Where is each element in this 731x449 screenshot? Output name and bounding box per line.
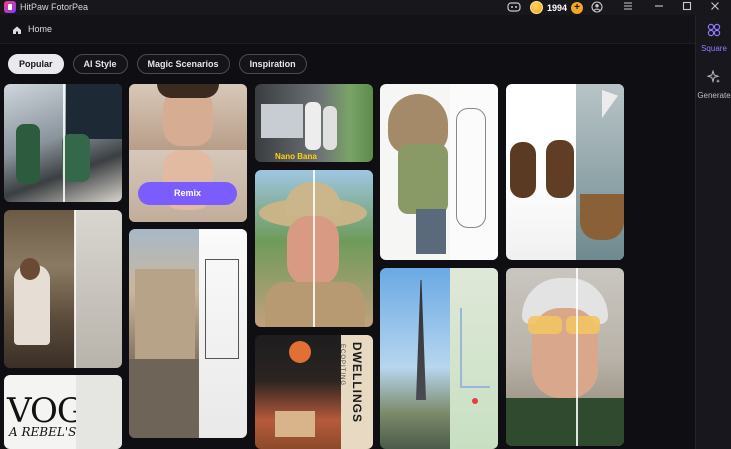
tab-popular[interactable]: Popular <box>8 54 64 74</box>
sparkle-icon <box>706 69 720 84</box>
home-link[interactable]: Home <box>28 24 52 34</box>
close-icon[interactable] <box>708 1 722 14</box>
menu-icon[interactable] <box>621 1 635 14</box>
gallery-card-nano[interactable]: Nano Bana <box>255 84 373 162</box>
gallery-card-young-man[interactable] <box>506 268 624 446</box>
gallery-card-vogue[interactable]: VOG A REBEL'S <box>4 375 122 449</box>
credit-count: 1994 <box>547 2 568 13</box>
sidebar-item-generate[interactable]: Generate <box>696 69 731 100</box>
vogue-subtitle: A REBEL'S <box>9 425 77 439</box>
right-sidebar: Square Generate <box>695 15 731 449</box>
poster-title: DWELLINGS <box>350 342 364 423</box>
breadcrumb: Home <box>0 15 695 44</box>
gallery-card-eiffel-map[interactable] <box>380 268 498 449</box>
add-credits-icon[interactable]: + <box>571 1 584 14</box>
app-title: HitPaw FotorPea <box>20 2 89 12</box>
sidebar-item-label: Square <box>701 44 727 53</box>
tab-inspiration[interactable]: Inspiration <box>238 54 307 74</box>
sidebar-item-label: Generate <box>697 91 731 100</box>
dwellings-poster-text: DWELLINGS ECOPITING <box>339 335 372 445</box>
user-icon[interactable] <box>590 1 604 14</box>
gallery-card-beavers[interactable] <box>506 84 624 260</box>
square-icon <box>707 23 721 37</box>
category-tabs: Popular AI Style Magic Scenarios Inspira… <box>8 54 307 74</box>
gallery-card-old-man[interactable] <box>255 170 373 327</box>
remix-button[interactable]: Remix <box>138 182 237 205</box>
minimize-icon[interactable] <box>652 1 666 14</box>
coin-icon <box>530 1 543 14</box>
poster-subtitle: ECOPITING <box>339 344 345 387</box>
sidebar-item-square[interactable]: Square <box>696 23 731 53</box>
gallery-card-cafe-woman[interactable] <box>4 210 122 368</box>
title-bar: HitPaw FotorPea 1994 + <box>0 0 731 15</box>
nano-banner-text: Nano Bana <box>275 152 317 161</box>
gallery-card-palace-sketch[interactable] <box>129 229 247 438</box>
maximize-icon[interactable] <box>680 1 694 14</box>
gallery-card-anime-figure[interactable] <box>4 84 122 202</box>
app-logo-icon <box>4 1 16 13</box>
tab-magic-scenarios[interactable]: Magic Scenarios <box>136 54 230 74</box>
credits-badge[interactable]: 1994 + <box>530 0 584 15</box>
gallery-card-anime-sketch[interactable] <box>380 84 498 260</box>
tab-ai-style[interactable]: AI Style <box>72 54 128 74</box>
discord-icon[interactable] <box>507 1 521 14</box>
home-icon[interactable] <box>12 25 22 35</box>
